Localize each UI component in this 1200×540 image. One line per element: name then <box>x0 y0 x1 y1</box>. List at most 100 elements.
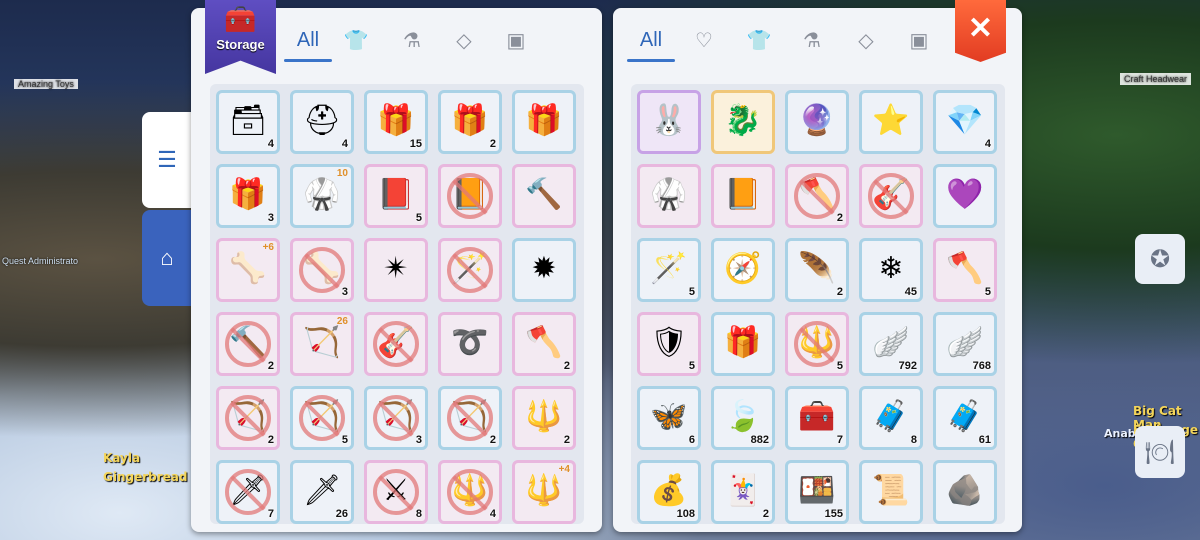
storage-item-slot[interactable]: 🏹 2 <box>216 386 280 450</box>
bag-item-slot[interactable]: 💜 <box>933 164 997 228</box>
storage-item-slot[interactable]: 🗃 4 <box>216 90 280 154</box>
storage-item-slot[interactable]: 🗡 26 <box>290 460 354 524</box>
bag-item-slot[interactable]: 🦋 6 <box>637 386 701 450</box>
bag-item-slot[interactable]: ⭐ <box>859 90 923 154</box>
item-badge: 26 <box>336 316 348 327</box>
bag-item-slot[interactable]: 🎸 <box>859 164 923 228</box>
bag-item-slot[interactable]: 💎 4 <box>933 90 997 154</box>
bag-item-slot[interactable]: 💰 108 <box>637 460 701 524</box>
restricted-icon <box>373 321 419 367</box>
bag-item-slot[interactable]: 🪽 768 <box>933 312 997 376</box>
item-count: 61 <box>978 434 991 446</box>
bag-tab-all[interactable]: All <box>627 22 675 62</box>
bag-tab-armor[interactable]: 👕 <box>741 22 777 58</box>
storage-item-slot[interactable]: ➰ <box>438 312 502 376</box>
storage-item-slot[interactable]: 🎁 15 <box>364 90 428 154</box>
bag-item-slot[interactable]: 🪓 2 <box>785 164 849 228</box>
storage-item-slot[interactable]: 🎁 3 <box>216 164 280 228</box>
bag-item-slot[interactable]: 🪽 792 <box>859 312 923 376</box>
storage-item-slot[interactable]: 🎁 <box>512 90 576 154</box>
bag-item-slot[interactable]: 🪄 5 <box>637 238 701 302</box>
storage-tab-consumable[interactable]: ⚗ <box>394 22 430 58</box>
bag-item-slot[interactable]: 🧳 61 <box>933 386 997 450</box>
storage-item-slot[interactable]: 🏹 26 <box>290 312 354 376</box>
item-count: 155 <box>824 508 843 520</box>
storage-item-slot[interactable]: 🏹 5 <box>290 386 354 450</box>
storage-item-slot[interactable]: 🔱 2 <box>512 386 576 450</box>
close-button[interactable]: ✕ <box>955 0 1006 62</box>
bag-item-slot[interactable]: 🐉 <box>711 90 775 154</box>
storage-item-slot[interactable]: 🥋 10 <box>290 164 354 228</box>
storage-item-slot[interactable]: 🔨 2 <box>216 312 280 376</box>
bag-item-slot[interactable]: 🃏 2 <box>711 460 775 524</box>
whip-icon: ➰ <box>451 325 489 359</box>
bag-tab-favorite[interactable]: ♡ <box>686 22 722 58</box>
item-count: 2 <box>267 434 274 446</box>
bronze-chest-icon: 🧳 <box>872 399 910 433</box>
bag-item-slot[interactable]: 📜 <box>859 460 923 524</box>
hud-dining-button[interactable]: 🍽 <box>1135 426 1185 478</box>
bag-item-slot[interactable]: 🛡 5 <box>637 312 701 376</box>
storage-item-slot[interactable]: 📕 5 <box>364 164 428 228</box>
bag-tab-gem[interactable]: ◇ <box>848 22 884 58</box>
bag-item-slot[interactable]: 🔮 <box>785 90 849 154</box>
storage-item-slot[interactable]: 🔨 <box>512 164 576 228</box>
bag-item-slot[interactable]: 🔱 5 <box>785 312 849 376</box>
costume-icon: 🥋 <box>303 177 341 211</box>
storage-item-slot[interactable]: 🏹 2 <box>438 386 502 450</box>
restricted-icon <box>868 173 914 219</box>
storage-item-slot[interactable]: 🎁 2 <box>438 90 502 154</box>
storage-item-slot[interactable]: ⛑ 4 <box>290 90 354 154</box>
storage-item-slot[interactable]: 🎸 <box>364 312 428 376</box>
bag-grid-area[interactable]: 🐰 🐉 🔮 ⭐ 💎 4 🥋 📙 🪓 2 🎸 💜 🪄 5 🧭 🪶 2 ❄ 45 🪓 5 🛡 5 🎁 🔱 5 🪽 792 🪽 768 🦋 6 🍃 88… <box>631 84 1005 524</box>
storage-badge-label: Storage <box>216 37 265 52</box>
bag-item-slot[interactable]: 📙 <box>711 164 775 228</box>
storage-item-slot[interactable]: 🪓 2 <box>512 312 576 376</box>
item-badge: +4 <box>558 464 570 475</box>
side-tab-storage[interactable]: ☰ <box>142 112 192 208</box>
bag-item-slot[interactable]: 🎁 <box>711 312 775 376</box>
storage-tab-all[interactable]: All <box>284 22 332 62</box>
storage-item-slot[interactable]: 🪄 <box>438 238 502 302</box>
bag-item-slot[interactable]: 🪓 5 <box>933 238 997 302</box>
bag-item-slot[interactable]: ❄ 45 <box>859 238 923 302</box>
restricted-icon <box>225 395 271 441</box>
hud-compass-button[interactable]: ✪ <box>1135 234 1185 284</box>
item-count: 5 <box>688 286 695 298</box>
bag-tab-consumable[interactable]: ⚗ <box>794 22 830 58</box>
bag-item-slot[interactable]: 🧳 8 <box>859 386 923 450</box>
npc-kayla-name[interactable]: Kayla <box>103 451 140 465</box>
storage-item-slot[interactable]: 🏹 3 <box>364 386 428 450</box>
storage-tab-gem[interactable]: ◇ <box>446 22 482 58</box>
bag-item-slot[interactable]: 🪨 <box>933 460 997 524</box>
storage-item-slot[interactable]: 🔱 4 <box>438 460 502 524</box>
bag-item-slot[interactable]: 🧭 <box>711 238 775 302</box>
storage-item-slot[interactable]: 🦴 3 <box>290 238 354 302</box>
compass-icon: ✪ <box>1149 245 1171 273</box>
storage-tab-card[interactable]: ▣ <box>498 22 534 58</box>
bag-item-slot[interactable]: 🧰 7 <box>785 386 849 450</box>
storage-item-slot[interactable]: 🔱 +4 <box>512 460 576 524</box>
bag-item-slot[interactable]: 🍃 882 <box>711 386 775 450</box>
restricted-icon <box>794 321 840 367</box>
item-count: 2 <box>836 286 843 298</box>
bag-tab-card[interactable]: ▣ <box>901 22 937 58</box>
bag-item-slot[interactable]: 🐰 <box>637 90 701 154</box>
restricted-icon <box>447 395 493 441</box>
bag-item-slot[interactable]: 🍱 155 <box>785 460 849 524</box>
storage-item-slot[interactable]: 🦴 +6 <box>216 238 280 302</box>
storage-tab-armor[interactable]: 👕 <box>338 22 374 58</box>
gold-chest-icon: 🎁 <box>525 103 563 137</box>
storage-item-slot[interactable]: ✹ <box>512 238 576 302</box>
storage-item-slot[interactable]: ⚔ 8 <box>364 460 428 524</box>
gold-chest-icon: 🎁 <box>377 103 415 137</box>
bag-item-slot[interactable]: 🥋 <box>637 164 701 228</box>
storage-item-slot[interactable]: 🗡 7 <box>216 460 280 524</box>
storage-item-slot[interactable]: ✴ <box>364 238 428 302</box>
item-count: 8 <box>910 434 917 446</box>
storage-grid-area[interactable]: 🗃 4 ⛑ 4 🎁 15 🎁 2 🎁 🎁 3 🥋 10 📕 5 📙 🔨 🦴 +6 🦴 3 ✴ 🪄 ✹ 🔨 2 🏹 26 🎸 ➰ 🪓 2 🏹 2 🏹 5… <box>210 84 584 524</box>
bag-item-slot[interactable]: 🪶 2 <box>785 238 849 302</box>
world-label-craft-headwear: Craft Headwear <box>1120 73 1192 85</box>
storage-item-slot[interactable]: 📙 <box>438 164 502 228</box>
side-tab-guild-storage[interactable]: ⌂ <box>142 210 192 306</box>
